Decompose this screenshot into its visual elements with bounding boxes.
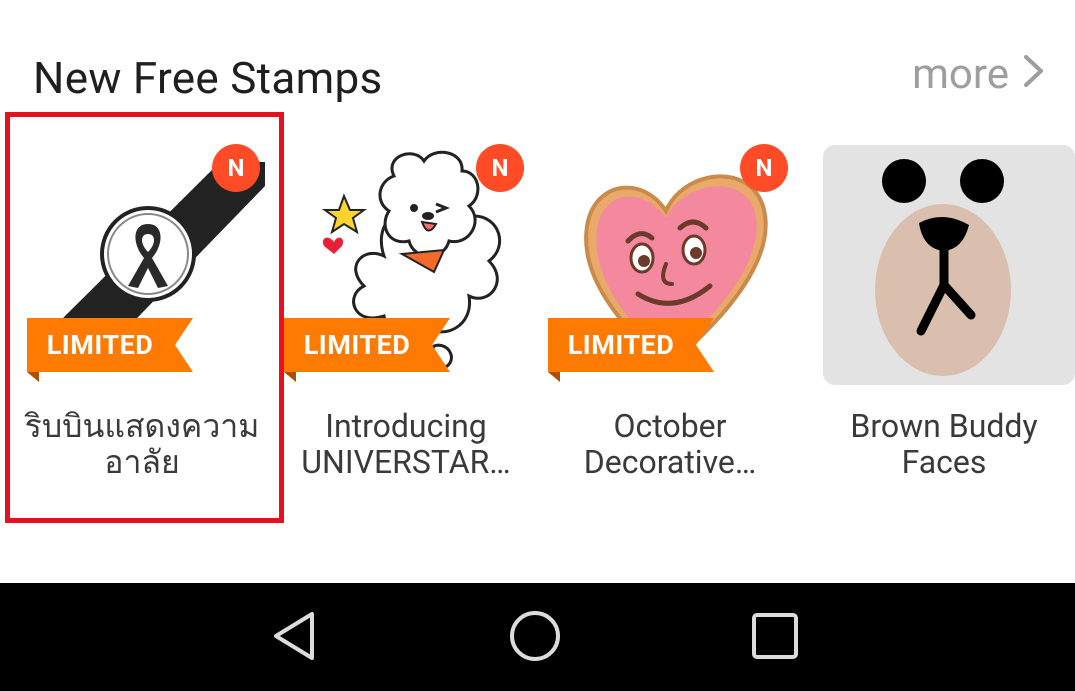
limited-ribbon: LIMITED — [27, 318, 193, 382]
system-navbar — [0, 583, 1075, 691]
more-label: more — [912, 50, 1009, 99]
stamp-title: Brown Buddy Faces — [850, 407, 1038, 481]
limited-label: LIMITED — [46, 329, 154, 361]
back-triangle-icon[interactable] — [268, 608, 324, 664]
new-badge: N — [476, 144, 524, 192]
new-badge: N — [740, 144, 788, 192]
recents-square-icon[interactable] — [747, 608, 803, 664]
home-circle-icon[interactable] — [507, 608, 563, 664]
stamp-list: N LIMITED ริบบินแสดงความ อาลัย N LIMITED… — [0, 118, 1075, 518]
more-link[interactable]: more — [912, 50, 1045, 99]
stamp-title: October Decorative… — [583, 407, 757, 481]
stamp-card-universtar[interactable]: N LIMITED Introducing UNIVERSTAR… — [274, 118, 538, 518]
limited-label: LIMITED — [303, 329, 411, 361]
limited-ribbon: LIMITED — [548, 318, 714, 382]
stamp-card-ribbon[interactable]: N LIMITED ริบบินแสดงความ อาลัย — [10, 118, 274, 518]
new-badge: N — [212, 144, 260, 192]
stamp-title: ริบบินแสดงความ อาลัย — [24, 407, 260, 481]
limited-label: LIMITED — [567, 329, 675, 361]
stamp-title: Introducing UNIVERSTAR… — [301, 407, 511, 481]
chevron-right-icon — [1023, 50, 1045, 99]
stamp-card-brown-buddy[interactable]: Brown Buddy Faces — [812, 118, 1075, 518]
section-title: New Free Stamps — [33, 52, 383, 104]
limited-ribbon: LIMITED — [284, 318, 450, 382]
brown-bear-face-icon — [823, 145, 1075, 385]
stamp-card-october[interactable]: N LIMITED October Decorative… — [538, 118, 802, 518]
